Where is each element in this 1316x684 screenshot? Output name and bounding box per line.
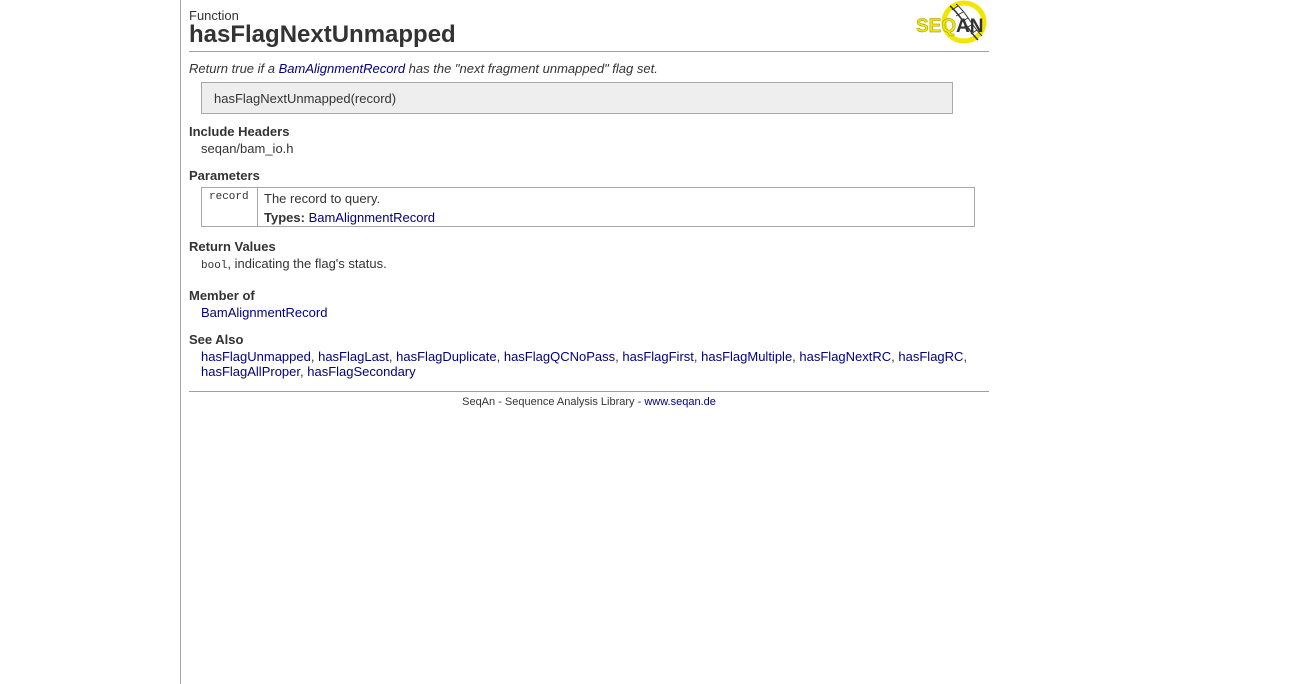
param-types: Types: BamAlignmentRecord (264, 210, 435, 225)
see-also-link-hasflagduplicate[interactable]: hasFlagDuplicate (396, 349, 496, 364)
page-title: hasFlagNextUnmapped (189, 21, 456, 48)
see-also-link-hasflagnextrc[interactable]: hasFlagNextRC (799, 349, 891, 364)
member-of-value: BamAlignmentRecord (201, 305, 327, 320)
see-also-separator: , (310, 349, 319, 364)
see-also-link-hasflagsecondary[interactable]: hasFlagSecondary (307, 364, 415, 379)
parameters-heading: Parameters (189, 168, 260, 183)
see-also-link-hasflagunmapped[interactable]: hasFlagUnmapped (201, 349, 311, 364)
param-name: record (209, 191, 249, 203)
see-also-separator: , (496, 349, 504, 364)
footer-divider (189, 391, 989, 392)
footer-text: SeqAn - Sequence Analysis Library - (462, 396, 645, 408)
summary-suffix: has the "next fragment unmapped" flag se… (405, 61, 658, 76)
return-value: bool, indicating the flag's status. (201, 256, 387, 272)
include-header-value: seqan/bam_io.h (201, 141, 294, 156)
param-description: The record to query. (264, 191, 381, 206)
see-also-link-hasflagmultiple[interactable]: hasFlagMultiple (701, 349, 792, 364)
member-of-link[interactable]: BamAlignmentRecord (201, 305, 327, 320)
parameters-table: record The record to query. Types: BamAl… (201, 187, 975, 227)
svg-text:AN: AN (956, 16, 983, 37)
header-divider (189, 51, 989, 52)
signature: hasFlagNextUnmapped(record) (214, 91, 397, 106)
footer: SeqAn - Sequence Analysis Library - www.… (189, 396, 989, 408)
seqan-logo[interactable]: SEQ AN (916, 0, 988, 46)
see-also-link-hasflagqcnopass[interactable]: hasFlagQCNoPass (504, 349, 615, 364)
left-border (180, 0, 181, 684)
return-type: bool (201, 260, 228, 272)
member-of-heading: Member of (189, 288, 255, 303)
see-also-link-hasflaglast[interactable]: hasFlagLast (318, 349, 389, 364)
see-also-line-2: hasFlagAllProper, hasFlagSecondary (201, 364, 416, 379)
see-also-trailing-comma: , (963, 349, 968, 364)
include-headers-heading: Include Headers (189, 124, 290, 139)
svg-text:SEQ: SEQ (916, 16, 956, 37)
param-name-cell: record (202, 188, 258, 226)
summary: Return true if a BamAlignmentRecord has … (189, 61, 658, 76)
footer-link-seqan-site[interactable]: www.seqan.de (644, 396, 716, 408)
see-also-link-hasflagallproper[interactable]: hasFlagAllProper (201, 364, 300, 379)
summary-link-bamalignmentrecord[interactable]: BamAlignmentRecord (279, 61, 405, 76)
return-description: , indicating the flag's status. (227, 256, 387, 271)
param-types-label: Types: (264, 210, 305, 225)
see-also-heading: See Also (189, 332, 244, 347)
signature-box: hasFlagNextUnmapped(record) (201, 82, 953, 114)
see-also-line-1: hasFlagUnmapped, hasFlagLast, hasFlagDup… (201, 349, 967, 364)
see-also-link-hasflagrc[interactable]: hasFlagRC (898, 349, 963, 364)
param-type-link[interactable]: BamAlignmentRecord (309, 210, 435, 225)
summary-prefix: Return true if a (189, 61, 279, 76)
return-values-heading: Return Values (189, 239, 276, 254)
see-also-link-hasflagfirst[interactable]: hasFlagFirst (622, 349, 694, 364)
